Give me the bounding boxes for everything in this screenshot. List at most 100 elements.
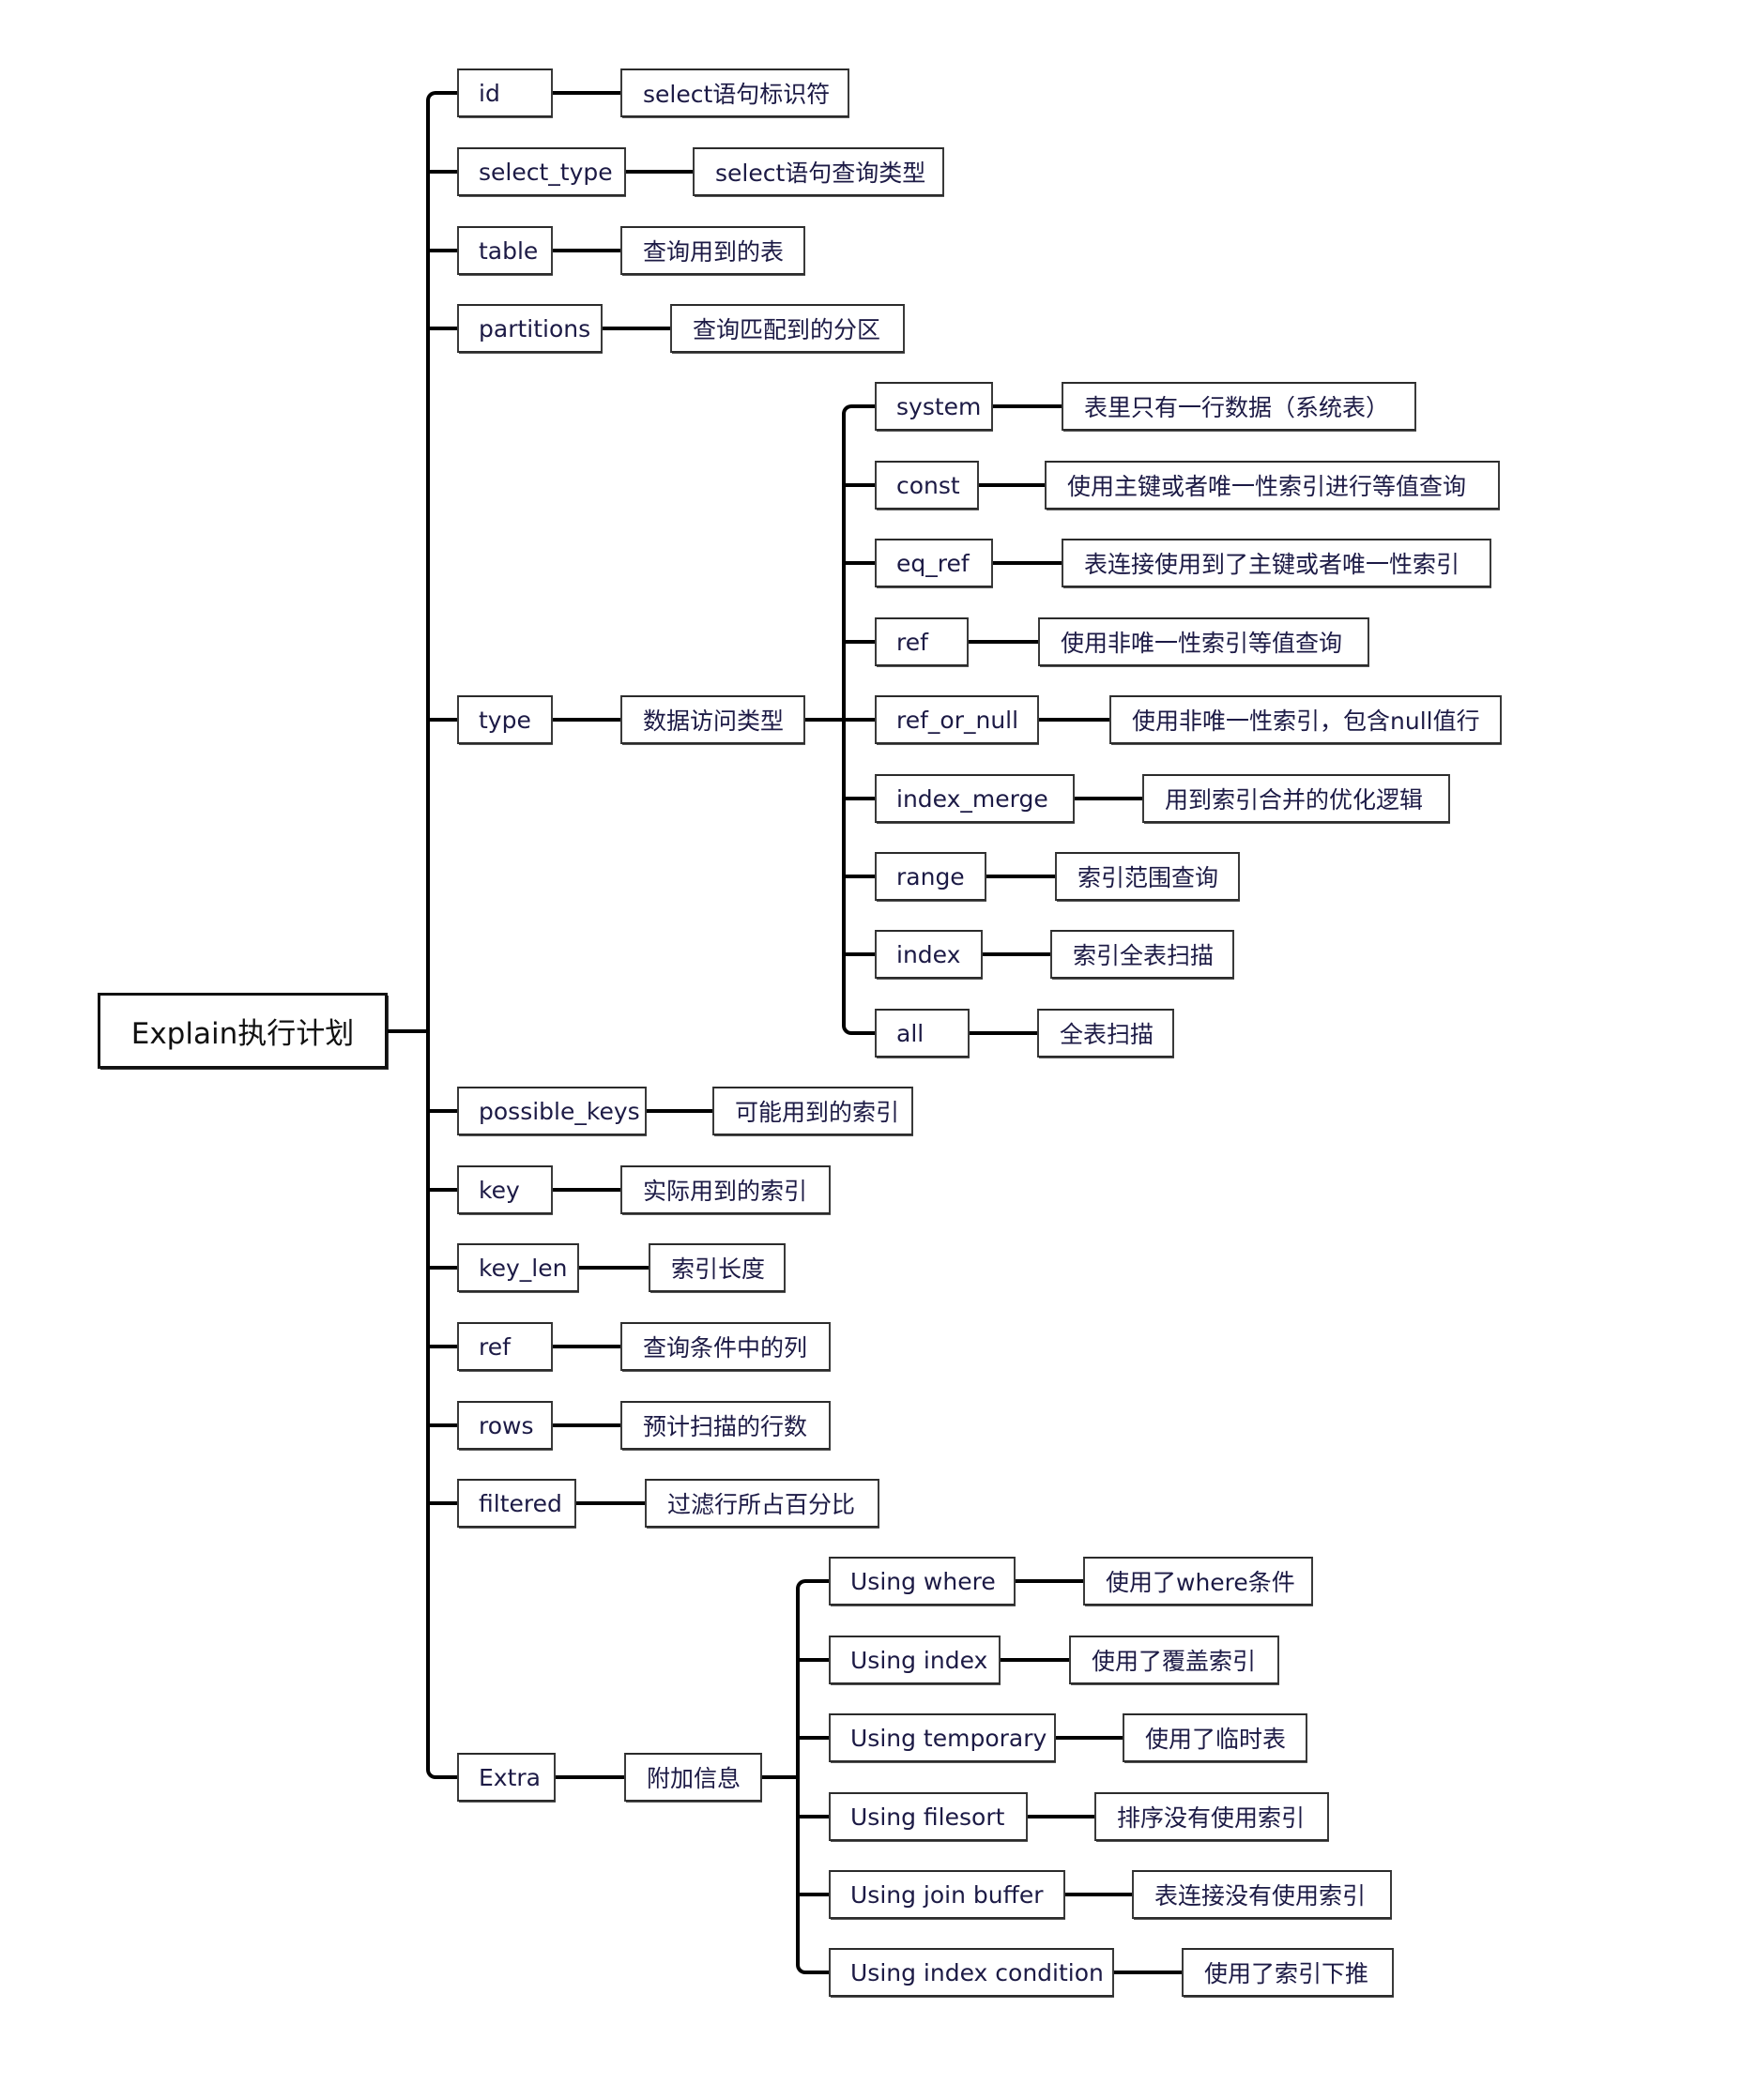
field-type-index-node[interactable]: index: [875, 930, 983, 979]
field-table-connector: [553, 249, 620, 252]
main-branch: [428, 249, 457, 252]
field-key-len-desc[interactable]: 索引长度: [649, 1243, 786, 1292]
field-extra-using-filesort-desc[interactable]: 排序没有使用索引: [1094, 1792, 1329, 1841]
field-type-node-label: type: [479, 706, 531, 734]
field-extra-using-temporary-desc[interactable]: 使用了临时表: [1123, 1713, 1307, 1762]
field-type-eq-ref-node[interactable]: eq_ref: [875, 539, 993, 587]
field-extra-sub-branch: [798, 1736, 829, 1740]
field-id-desc[interactable]: select语句标识符: [620, 68, 849, 117]
field-type-desc[interactable]: 数据访问类型: [620, 695, 805, 744]
field-select-type-desc-label: select语句查询类型: [715, 160, 926, 187]
field-filtered-connector: [576, 1501, 645, 1505]
field-id-node-label: id: [479, 79, 500, 107]
field-id-node[interactable]: id: [457, 68, 553, 117]
field-type-all-desc[interactable]: 全表扫描: [1037, 1009, 1174, 1058]
field-rows-connector: [553, 1423, 620, 1427]
field-type-range-node[interactable]: range: [875, 852, 986, 901]
field-type-sub-branch: [844, 483, 875, 487]
field-type-sub-branch: [844, 875, 875, 878]
root-node[interactable]: Explain执行计划: [98, 993, 388, 1069]
field-type-ref-or-null-node[interactable]: ref_or_null: [875, 695, 1039, 744]
field-key-len-node[interactable]: key_len: [457, 1243, 579, 1292]
field-extra-using-filesort-desc-label: 排序没有使用索引: [1117, 1804, 1306, 1832]
main-feed: [388, 1029, 430, 1033]
field-key-desc[interactable]: 实际用到的索引: [620, 1165, 831, 1214]
field-type-eq-ref-desc[interactable]: 表连接使用到了主键或者唯一性索引: [1062, 539, 1491, 587]
field-extra-using-where-desc[interactable]: 使用了where条件: [1083, 1557, 1313, 1605]
field-type-range-connector: [986, 875, 1055, 878]
field-extra-using-temporary-desc-label: 使用了临时表: [1145, 1726, 1287, 1753]
field-extra-using-index-condition-connector: [1114, 1971, 1182, 1974]
field-filtered-node-label: filtered: [479, 1489, 562, 1517]
field-type-ref-node[interactable]: ref: [875, 617, 969, 666]
field-type-const-node[interactable]: const: [875, 461, 979, 510]
field-select-type-node[interactable]: select_type: [457, 147, 626, 196]
field-type-index-desc[interactable]: 索引全表扫描: [1050, 930, 1234, 979]
field-ref-node-label: ref: [479, 1332, 511, 1361]
field-extra-node[interactable]: Extra: [457, 1753, 556, 1802]
main-branch: [428, 1423, 457, 1427]
field-extra-using-where-node-label: Using where: [850, 1567, 996, 1595]
field-ref-node[interactable]: ref: [457, 1322, 553, 1371]
field-extra-using-temporary-node[interactable]: Using temporary: [829, 1713, 1056, 1762]
field-table-desc[interactable]: 查询用到的表: [620, 226, 805, 275]
field-type-range-desc[interactable]: 索引范围查询: [1055, 852, 1240, 901]
field-table-node[interactable]: table: [457, 226, 553, 275]
field-extra-using-where-node[interactable]: Using where: [829, 1557, 1016, 1605]
field-key-node[interactable]: key: [457, 1165, 553, 1214]
field-extra-using-index-condition-node[interactable]: Using index condition: [829, 1948, 1114, 1997]
field-rows-desc[interactable]: 预计扫描的行数: [620, 1401, 831, 1450]
field-extra-using-filesort-connector: [1028, 1815, 1094, 1818]
field-type-connector: [553, 718, 620, 722]
field-extra-using-index-condition-node-label: Using index condition: [850, 1958, 1104, 1986]
field-type-system-desc[interactable]: 表里只有一行数据（系统表）: [1062, 382, 1416, 431]
field-possible-keys-desc[interactable]: 可能用到的索引: [712, 1087, 913, 1135]
field-partitions-node[interactable]: partitions: [457, 304, 603, 353]
field-select-type-node-label: select_type: [479, 158, 613, 186]
field-extra-using-index-condition-desc-label: 使用了索引下推: [1204, 1960, 1369, 1987]
main-branch: [428, 718, 457, 722]
field-filtered-node[interactable]: filtered: [457, 1479, 576, 1528]
field-extra-using-filesort-node[interactable]: Using filesort: [829, 1792, 1028, 1841]
field-partitions-node-label: partitions: [479, 314, 591, 342]
field-type-ref-connector: [969, 640, 1038, 644]
field-type-ref-or-null-node-label: ref_or_null: [896, 706, 1019, 734]
field-extra-using-join-buffer-desc[interactable]: 表连接没有使用索引: [1132, 1870, 1392, 1919]
field-possible-keys-node[interactable]: possible_keys: [457, 1087, 647, 1135]
field-type-ref-desc[interactable]: 使用非唯一性索引等值查询: [1038, 617, 1369, 666]
field-extra-using-index-node-label: Using index: [850, 1646, 988, 1674]
field-extra-using-index-node[interactable]: Using index: [829, 1636, 1001, 1684]
field-extra-sub-branch: [798, 1815, 829, 1818]
root-label: Explain执行计划: [130, 1017, 355, 1051]
field-type-all-node[interactable]: all: [875, 1009, 970, 1058]
field-type-index-desc-label: 索引全表扫描: [1073, 942, 1215, 969]
field-extra-using-index-desc[interactable]: 使用了覆盖索引: [1069, 1636, 1279, 1684]
field-type-ref-or-null-desc[interactable]: 使用非唯一性索引，包含null值行: [1109, 695, 1502, 744]
field-type-node[interactable]: type: [457, 695, 553, 744]
field-possible-keys-node-label: possible_keys: [479, 1097, 640, 1125]
field-type-all-node-label: all: [896, 1019, 924, 1047]
field-type-const-desc[interactable]: 使用主键或者唯一性索引进行等值查询: [1045, 461, 1500, 510]
field-rows-desc-label: 预计扫描的行数: [643, 1413, 808, 1440]
field-select-type-desc[interactable]: select语句查询类型: [693, 147, 944, 196]
field-extra-using-join-buffer-node[interactable]: Using join buffer: [829, 1870, 1065, 1919]
field-key-desc-label: 实际用到的索引: [643, 1178, 808, 1205]
field-key-len-connector: [579, 1266, 649, 1270]
field-extra-desc[interactable]: 附加信息: [624, 1753, 762, 1802]
field-type-system-node[interactable]: system: [875, 382, 993, 431]
field-extra-connector: [556, 1775, 624, 1779]
field-type-index-merge-desc[interactable]: 用到索引合并的优化逻辑: [1142, 774, 1450, 823]
field-select-type-connector: [626, 170, 693, 174]
field-partitions-desc[interactable]: 查询匹配到的分区: [670, 304, 905, 353]
field-ref-desc[interactable]: 查询条件中的列: [620, 1322, 831, 1371]
field-type-system-node-label: system: [896, 392, 982, 420]
field-type-sub-branch: [844, 561, 875, 565]
field-key-connector: [553, 1188, 620, 1192]
field-type-ref-node-label: ref: [896, 628, 928, 656]
field-extra-using-index-condition-desc[interactable]: 使用了索引下推: [1182, 1948, 1394, 1997]
field-extra-using-where-connector: [1016, 1579, 1083, 1583]
field-type-range-node-label: range: [896, 862, 965, 890]
field-rows-node[interactable]: rows: [457, 1401, 553, 1450]
field-type-index-merge-node[interactable]: index_merge: [875, 774, 1075, 823]
field-filtered-desc[interactable]: 过滤行所占百分比: [645, 1479, 879, 1528]
